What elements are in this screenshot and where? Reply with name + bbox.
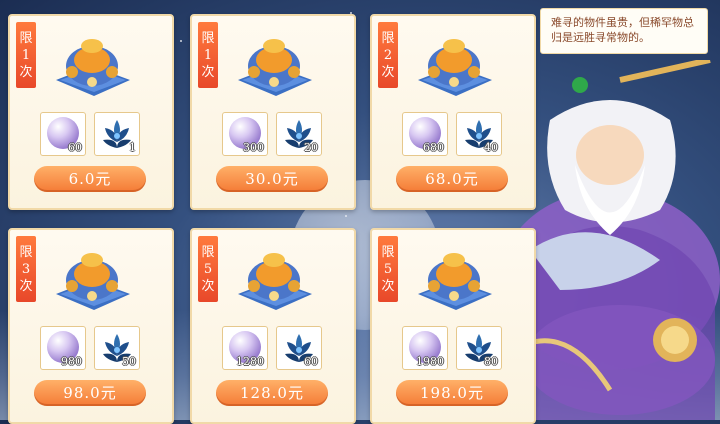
purchase-limit-tag: 限 2 次 — [378, 22, 398, 88]
lotus-reward-slot[interactable]: 1 — [94, 112, 140, 156]
lotus-quantity: 1 — [129, 141, 136, 154]
treasure-bag-icon — [418, 253, 492, 310]
treasure-bag-icon — [238, 39, 312, 96]
limit-count: 3 — [21, 261, 31, 277]
pearl-reward-slot[interactable]: 60 — [40, 112, 86, 156]
lotus-quantity: 50 — [122, 355, 136, 368]
lotus-quantity: 60 — [304, 355, 318, 368]
pearl-quantity: 300 — [243, 141, 264, 154]
lotus-quantity: 40 — [484, 141, 498, 154]
gift-pack-card: 限 5 次 1980 80 198.0元 — [370, 228, 536, 424]
purchase-limit-tag: 限 1 次 — [16, 22, 36, 88]
lotus-quantity: 20 — [304, 141, 318, 154]
purchase-limit-tag: 限 1 次 — [198, 22, 218, 88]
gift-pack-card: 限 5 次 1280 60 128.0元 — [190, 228, 356, 424]
limit-char-1: 限 — [19, 30, 33, 46]
treasure-bag-icon — [56, 39, 130, 96]
lotus-reward-slot[interactable]: 20 — [276, 112, 322, 156]
purchase-limit-tag: 限 5 次 — [198, 236, 218, 302]
pearl-quantity: 1280 — [236, 355, 264, 368]
limit-count: 5 — [383, 261, 393, 277]
treasure-bag-icon — [418, 39, 492, 96]
buy-price-button[interactable]: 68.0元 — [396, 166, 508, 192]
limit-char-1: 限 — [19, 244, 33, 260]
buy-price-button[interactable]: 198.0元 — [396, 380, 508, 406]
lotus-reward-slot[interactable]: 60 — [276, 326, 322, 370]
pearl-reward-slot[interactable]: 1980 — [402, 326, 448, 370]
purchase-limit-tag: 限 3 次 — [16, 236, 36, 302]
limit-char-1: 限 — [201, 244, 215, 260]
limit-count: 1 — [21, 47, 31, 63]
purchase-limit-tag: 限 5 次 — [378, 236, 398, 302]
pearl-quantity: 1980 — [416, 355, 444, 368]
limit-count: 5 — [203, 261, 213, 277]
pearl-reward-slot[interactable]: 980 — [40, 326, 86, 370]
buy-price-button[interactable]: 6.0元 — [34, 166, 146, 192]
limit-char-2: 次 — [19, 64, 33, 80]
limit-char-1: 限 — [381, 30, 395, 46]
limit-count: 2 — [383, 47, 393, 63]
tip-dialog: 难寻的物件虽贵，但稀罕物总归是远胜寻常物的。 — [540, 8, 708, 54]
lotus-reward-slot[interactable]: 80 — [456, 326, 502, 370]
limit-char-2: 次 — [201, 64, 215, 80]
limit-char-2: 次 — [381, 64, 395, 80]
buy-price-button[interactable]: 128.0元 — [216, 380, 328, 406]
pearl-quantity: 980 — [61, 355, 82, 368]
limit-char-2: 次 — [381, 278, 395, 294]
limit-count: 1 — [203, 47, 213, 63]
gift-pack-card: 限 1 次 300 20 30.0元 — [190, 14, 356, 210]
limit-char-1: 限 — [381, 244, 395, 260]
treasure-bag-icon — [56, 253, 130, 310]
pearl-reward-slot[interactable]: 1280 — [222, 326, 268, 370]
pearl-quantity: 680 — [423, 141, 444, 154]
treasure-bag-icon — [238, 253, 312, 310]
pearl-reward-slot[interactable]: 300 — [222, 112, 268, 156]
lotus-reward-slot[interactable]: 50 — [94, 326, 140, 370]
limit-char-1: 限 — [201, 30, 215, 46]
gift-pack-card: 限 2 次 680 40 68.0元 — [370, 14, 536, 210]
gift-pack-card: 限 3 次 980 50 98.0元 — [8, 228, 174, 424]
pearl-quantity: 60 — [68, 141, 82, 154]
lotus-quantity: 80 — [484, 355, 498, 368]
buy-price-button[interactable]: 30.0元 — [216, 166, 328, 192]
gift-pack-card: 限 1 次 60 1 6.0元 — [8, 14, 174, 210]
pearl-reward-slot[interactable]: 680 — [402, 112, 448, 156]
lotus-reward-slot[interactable]: 40 — [456, 112, 502, 156]
limit-char-2: 次 — [201, 278, 215, 294]
limit-char-2: 次 — [19, 278, 33, 294]
buy-price-button[interactable]: 98.0元 — [34, 380, 146, 406]
tip-text: 难寻的物件虽贵，但稀罕物总归是远胜寻常物的。 — [551, 16, 694, 44]
